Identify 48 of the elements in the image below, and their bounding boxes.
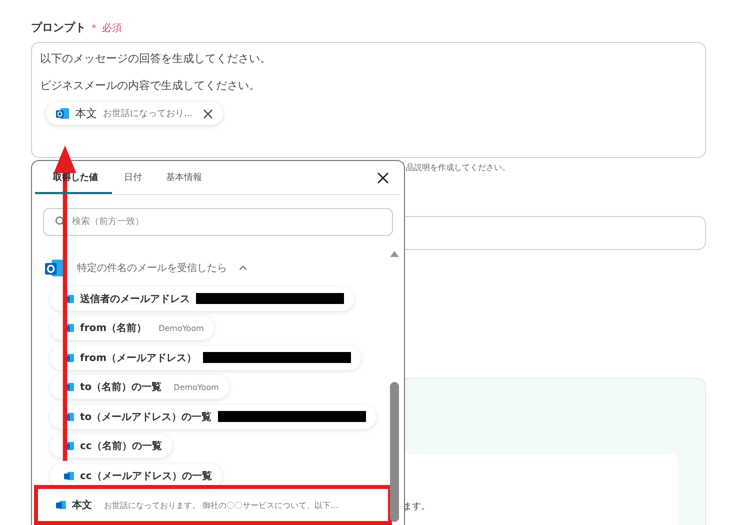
variable-chip[interactable]: 本文 お世話になっており... (46, 102, 223, 125)
item-label: 送信者のメールアドレス (80, 292, 190, 306)
variable-item[interactable]: cc（メールアドレス）の一覧 (50, 464, 222, 488)
item-label: 本文 (72, 498, 92, 512)
variable-item[interactable]: 送信者のメールアドレス (50, 286, 354, 311)
item-value: お世話になっております。 御社の〇〇サービスについて、以下... (104, 500, 338, 511)
tab[interactable]: 日付 (112, 161, 154, 194)
item-label: cc（メールアドレス）の一覧 (80, 470, 212, 483)
mail-app-icon (64, 441, 74, 452)
close-icon[interactable] (202, 108, 213, 118)
field-label: プロンプト (31, 20, 86, 35)
scroll-up-icon[interactable] (390, 250, 398, 257)
item-label: from（名前） (80, 322, 147, 336)
variable-item[interactable]: cc（名前）の一覧 (50, 434, 172, 458)
variable-item[interactable]: to（メールアドレス）の一覧 (50, 404, 376, 429)
mail-app-icon (64, 470, 74, 481)
group-title[interactable]: 特定の件名のメールを受信したら (77, 261, 227, 275)
caret-icon[interactable] (239, 265, 247, 271)
prompt-line: 以下のメッセージの回答を生成してください。 (40, 51, 272, 66)
item-label: to（メールアドレス）の一覧 (80, 410, 212, 424)
item-label: cc（名前）の一覧 (80, 440, 162, 454)
prompt-field[interactable]: 以下のメッセージの回答を生成してください。 ビジネスメールの内容で生成してください。 本文 お世話になっており... (31, 42, 706, 158)
item-label: to（名前）の一覧 (80, 380, 162, 394)
close-icon[interactable] (377, 172, 389, 184)
item-value: DemoYoom (158, 324, 204, 333)
mail-app-icon (45, 258, 65, 278)
variable-item[interactable]: from（メールアドレス） (50, 346, 361, 370)
card-text: ます。 (403, 502, 430, 512)
mail-app-icon (56, 500, 66, 510)
item-value: DemoYoom (174, 382, 219, 392)
tab[interactable]: 基本情報 (154, 161, 214, 194)
required-label: ＊ 必須 (89, 22, 122, 35)
prompt-line: ビジネスメールの内容で生成してください。 (40, 78, 261, 93)
mail-app-icon (64, 294, 74, 304)
search-field[interactable]: 検索（前方一致） (43, 208, 393, 236)
search-icon (55, 216, 66, 227)
variable-item[interactable]: from（名前） DemoYoom (50, 316, 214, 340)
mail-app-icon (56, 107, 69, 120)
chip-value: お世話になっており... (103, 108, 193, 120)
item-label: from（メールアドレス） (80, 352, 197, 365)
mail-app-icon (64, 412, 74, 422)
chip-label: 本文 (75, 106, 97, 121)
mail-app-icon (64, 382, 74, 392)
mail-app-icon (64, 352, 74, 363)
mail-app-icon (64, 323, 74, 334)
scrollbar-thumb[interactable] (390, 382, 398, 522)
variable-item[interactable]: to（名前）の一覧 DemoYoom (50, 375, 229, 400)
hint-text: 品説明を作成してください。 (406, 162, 510, 173)
